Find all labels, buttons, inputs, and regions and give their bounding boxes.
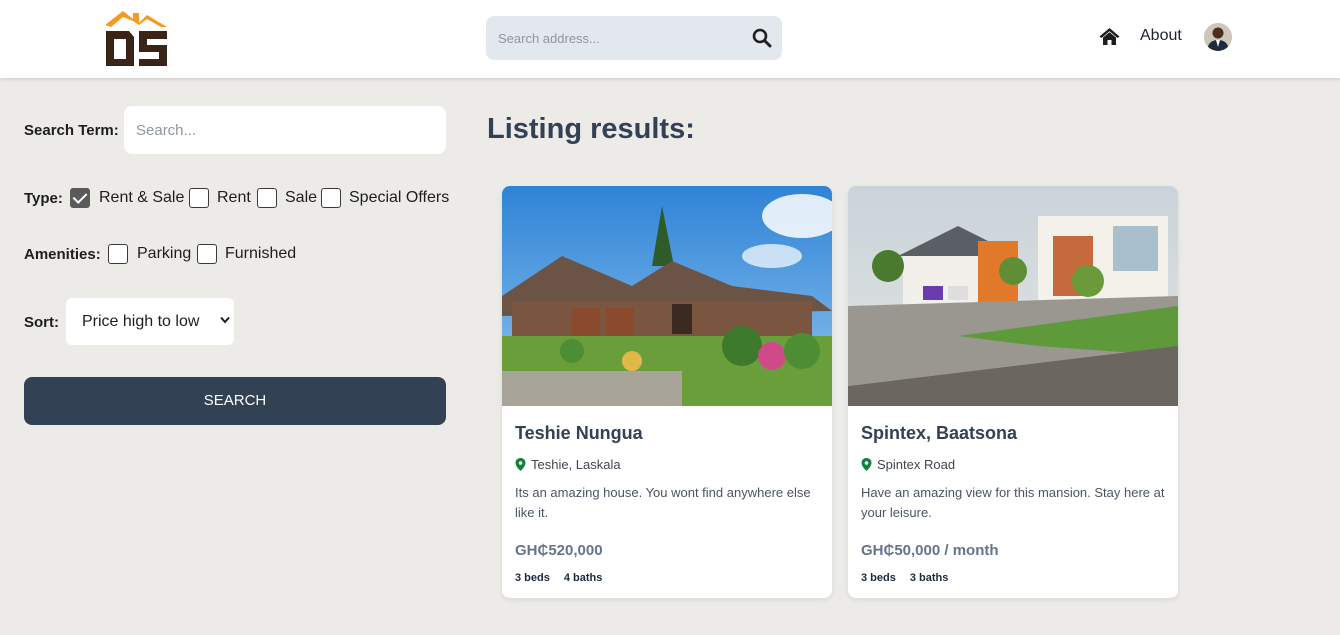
listing-card[interactable]: Teshie Nungua Teshie, Laskala Its an ama… (502, 186, 832, 598)
listing-card[interactable]: Spintex, Baatsona Spintex Road Have an a… (848, 186, 1178, 598)
listing-photo[interactable] (502, 186, 832, 406)
type-rent-and-sale-label[interactable]: Rent & Sale (99, 189, 184, 207)
listing-title[interactable]: Spintex, Baatsona (861, 423, 1017, 444)
listing-price: GH₵50,000 / month (861, 542, 999, 559)
listing-location: Spintex Road (861, 457, 955, 472)
sort-label: Sort: (24, 314, 59, 331)
location-pin-icon (515, 458, 526, 471)
sort-select[interactable]: Price high to low (66, 298, 234, 345)
location-pin-icon (861, 458, 872, 471)
listing-baths: 4 baths (563, 572, 603, 584)
listing-beds: 3 beds (515, 572, 550, 584)
about-link[interactable]: About (1140, 27, 1182, 45)
type-rent-checkbox[interactable] (189, 188, 209, 208)
listing-location-text: Spintex Road (877, 457, 956, 472)
listing-baths: 3 baths (909, 572, 949, 584)
search-term-input[interactable] (124, 106, 446, 154)
listing-stats: 3 beds 3 baths (861, 572, 962, 584)
top-navbar: About (0, 0, 1340, 78)
listing-beds: 3 beds (861, 572, 896, 584)
listing-description: Have an amazing view for this mansion. S… (861, 485, 1165, 520)
type-special-offers-checkbox[interactable] (321, 188, 341, 208)
search-term-label: Search Term: (24, 122, 119, 139)
listing-description: Its an amazing house. You wont find anyw… (515, 485, 811, 520)
sort-selected-value: Price high to low (82, 313, 200, 330)
listing-price: GH₵520,000 (515, 542, 603, 559)
chevron-down-icon (220, 316, 230, 324)
address-search-bar (486, 16, 782, 60)
user-avatar[interactable] (1204, 23, 1232, 51)
address-search-input[interactable] (486, 16, 736, 60)
search-button[interactable]: Search (24, 377, 446, 425)
type-label: Type: (24, 190, 63, 207)
search-icon[interactable] (752, 28, 772, 48)
home-icon[interactable] (1099, 27, 1120, 46)
listing-results-heading: Listing results: (487, 113, 695, 145)
listing-stats: 3 beds 4 baths (515, 572, 616, 584)
amenity-furnished-checkbox[interactable] (197, 244, 217, 264)
site-logo[interactable] (103, 9, 169, 67)
type-rent-and-sale-checkbox[interactable] (70, 188, 90, 208)
type-sale-label[interactable]: Sale (285, 189, 317, 207)
amenities-label: Amenities: (24, 246, 101, 263)
listing-photo[interactable] (848, 186, 1178, 406)
type-rent-label[interactable]: Rent (217, 189, 251, 207)
listing-location-text: Teshie, Laskala (531, 457, 621, 472)
listing-title[interactable]: Teshie Nungua (515, 423, 643, 444)
type-sale-checkbox[interactable] (257, 188, 277, 208)
amenity-furnished-label[interactable]: Furnished (225, 245, 296, 263)
listing-location: Teshie, Laskala (515, 457, 621, 472)
type-special-offers-label[interactable]: Special Offers (349, 189, 449, 207)
amenity-parking-checkbox[interactable] (108, 244, 128, 264)
amenity-parking-label[interactable]: Parking (137, 245, 191, 263)
